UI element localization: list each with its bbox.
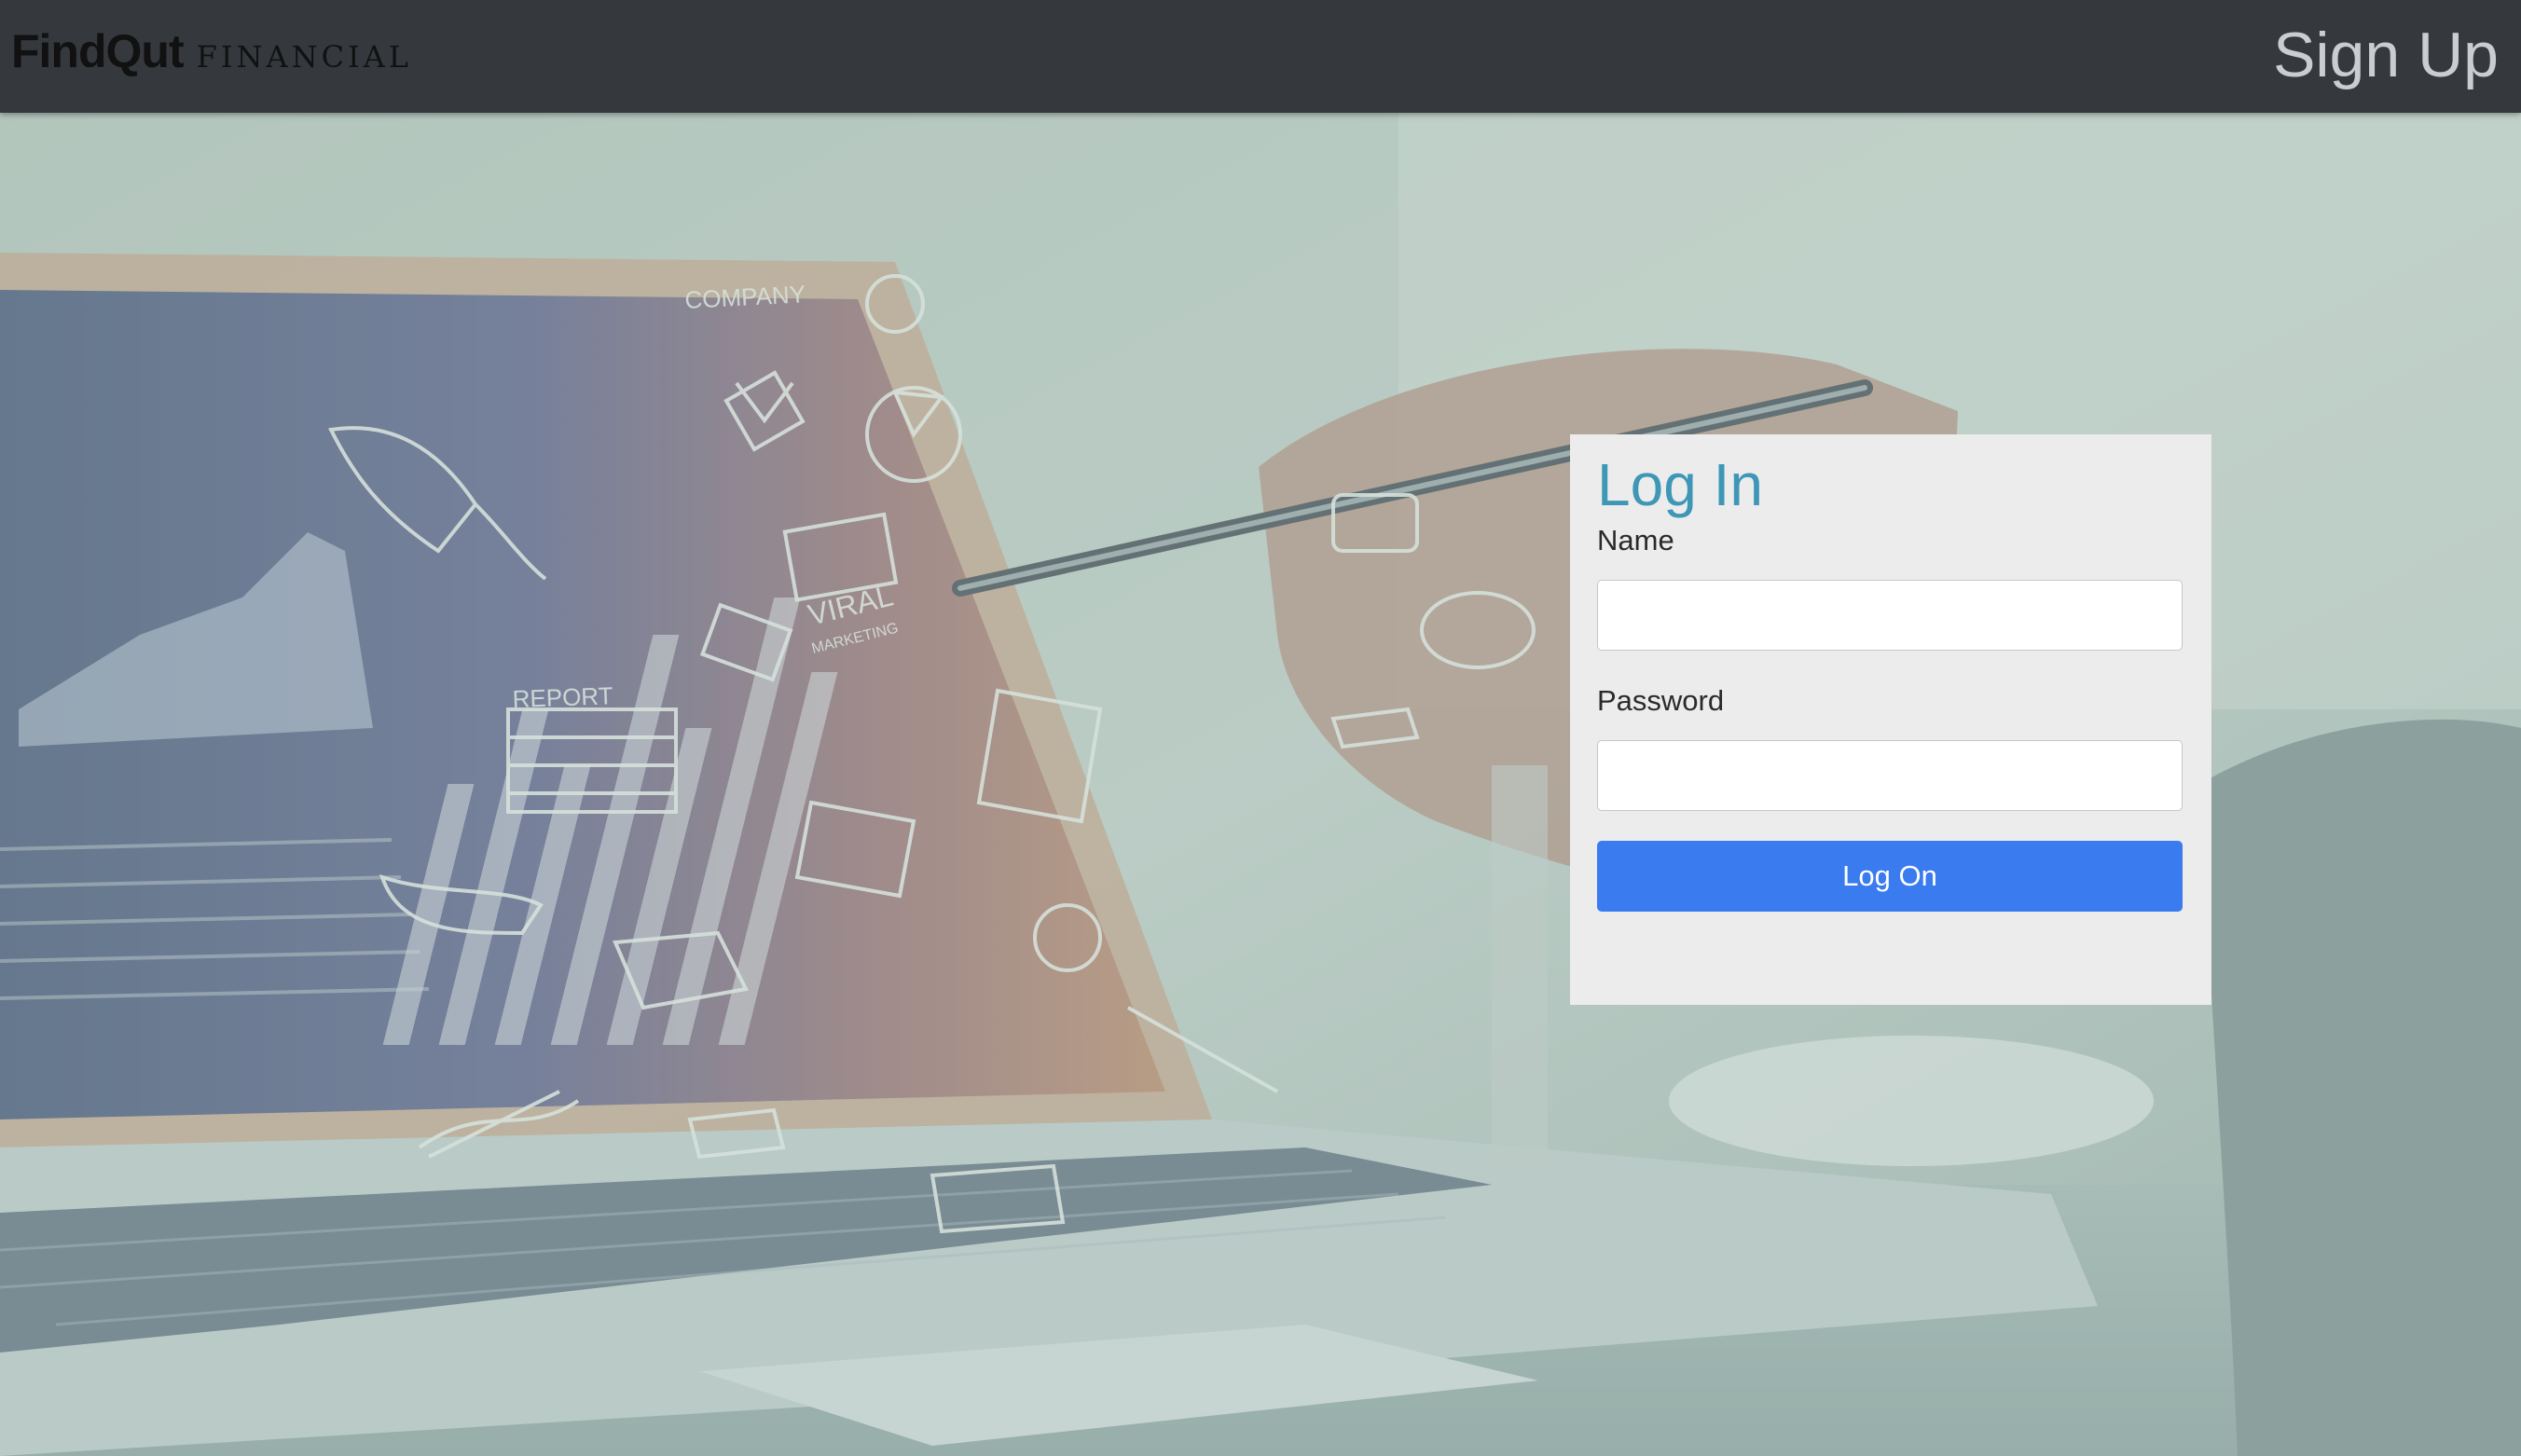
name-input[interactable] bbox=[1597, 580, 2183, 651]
top-navigation-bar: FindQut FINANCIAL Sign Up bbox=[0, 0, 2521, 113]
password-input[interactable] bbox=[1597, 740, 2183, 811]
login-title: Log In bbox=[1597, 451, 1763, 518]
sign-up-link[interactable]: Sign Up bbox=[2273, 13, 2499, 97]
logo-wordmark: FindQut bbox=[11, 25, 185, 77]
brand-logo[interactable]: FindQut FINANCIAL bbox=[11, 19, 412, 84]
login-form: Log In Name Password Log On bbox=[1570, 434, 2211, 1005]
log-on-button[interactable]: Log On bbox=[1597, 841, 2183, 912]
password-label: Password bbox=[1597, 684, 1725, 717]
name-label: Name bbox=[1597, 524, 1674, 556]
logo-subtitle: FINANCIAL bbox=[196, 39, 413, 75]
